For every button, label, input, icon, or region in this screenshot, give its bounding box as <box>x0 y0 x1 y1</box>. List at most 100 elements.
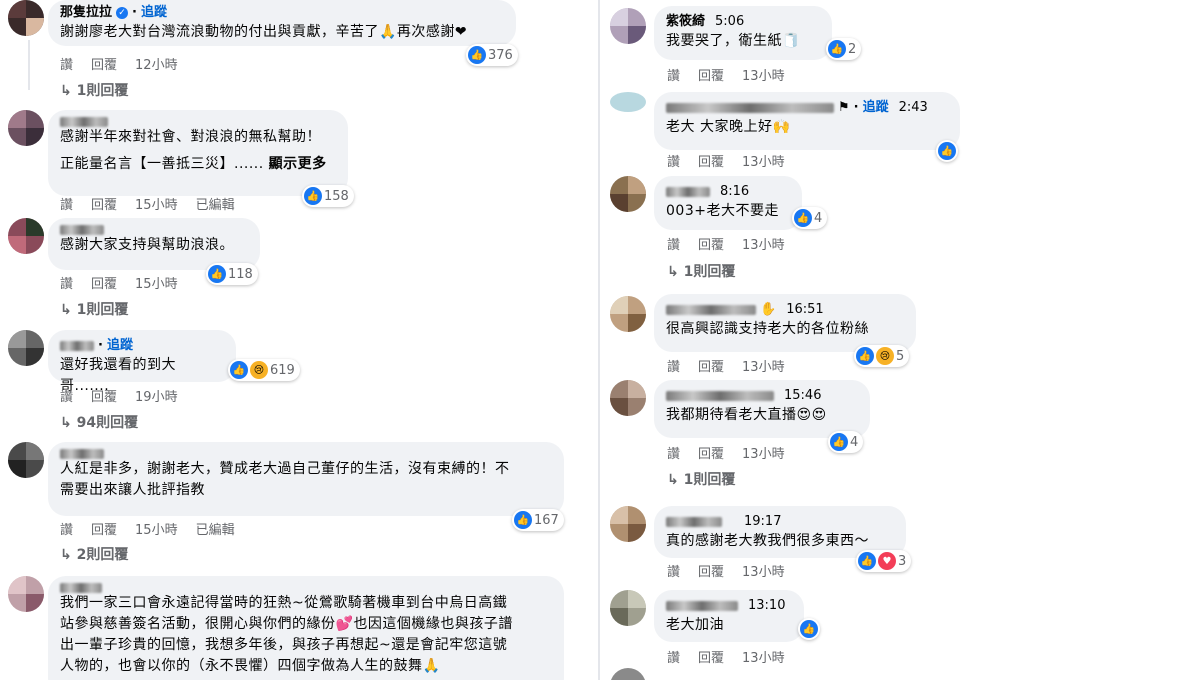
timestamp[interactable]: 13小時 <box>742 155 785 170</box>
avatar[interactable] <box>610 506 646 542</box>
avatar[interactable] <box>610 590 646 626</box>
reaction-count[interactable]: 👍 2 <box>826 38 862 60</box>
blurred-name <box>666 601 738 611</box>
like-button[interactable]: 讚 <box>667 238 680 253</box>
view-replies-link[interactable]: ↳ 1則回覆 <box>60 80 128 100</box>
follow-button[interactable]: 追蹤 <box>863 99 889 117</box>
view-replies-link[interactable]: ↳ 2則回覆 <box>60 544 128 564</box>
comment-text: 謝謝廖老大對台灣流浪動物的付出與貢獻，辛苦了🙏再次感謝❤ <box>60 24 468 40</box>
avatar[interactable] <box>610 380 646 416</box>
timestamp[interactable]: 15小時 <box>135 198 178 213</box>
comment-bubble: 15:46 我都期待看老大直播😍😍 <box>654 380 870 438</box>
comment-bubble: 那隻拉拉 ✓ · 追蹤 謝謝廖老大對台灣流浪動物的付出與貢獻，辛苦了🙏再次感謝❤ <box>48 0 516 46</box>
timestamp[interactable]: 13小時 <box>742 238 785 253</box>
reaction-count[interactable]: 👍 158 <box>302 185 354 207</box>
reply-button[interactable]: 回覆 <box>698 651 724 666</box>
reply-button[interactable]: 回覆 <box>698 565 724 580</box>
reply-button[interactable]: 回覆 <box>698 155 724 170</box>
comment-text: 正能量名言【一善抵三災】...... <box>60 156 264 172</box>
avatar[interactable] <box>8 576 44 612</box>
comment-actions: 讚 回覆 13小時 <box>667 234 803 253</box>
view-replies-link[interactable]: ↳ 1則回覆 <box>667 469 735 489</box>
like-reaction-icon: 👍 <box>830 433 848 451</box>
like-reaction-icon: 👍 <box>794 209 812 227</box>
avatar[interactable] <box>8 0 44 36</box>
like-reaction-icon: 👍 <box>800 620 818 638</box>
like-reaction-icon: 👍 <box>468 46 486 64</box>
comment-text: 老大 大家晚上好🙌 <box>666 119 791 135</box>
like-button[interactable]: 讚 <box>667 69 680 84</box>
reply-button[interactable]: 回覆 <box>91 523 117 538</box>
avatar[interactable] <box>610 668 646 680</box>
avatar[interactable] <box>610 8 646 44</box>
like-button[interactable]: 讚 <box>60 390 73 405</box>
like-button[interactable]: 讚 <box>667 565 680 580</box>
view-replies-link[interactable]: ↳ 94則回覆 <box>60 412 138 432</box>
commenter-name[interactable]: 紫筱綺 <box>666 13 705 31</box>
like-button[interactable]: 讚 <box>60 198 73 213</box>
avatar[interactable] <box>610 92 646 112</box>
like-button[interactable]: 讚 <box>60 58 73 73</box>
avatar[interactable] <box>8 218 44 254</box>
reply-button[interactable]: 回覆 <box>91 198 117 213</box>
comment-actions: 讚 回覆 12小時 <box>60 54 196 73</box>
like-button[interactable]: 讚 <box>60 523 73 538</box>
reply-button[interactable]: 回覆 <box>91 58 117 73</box>
reply-button[interactable]: 回覆 <box>698 447 724 462</box>
timestamp[interactable]: 13小時 <box>742 360 785 375</box>
flag-icon: ⚑ <box>838 100 850 115</box>
timestamp[interactable]: 13小時 <box>742 447 785 462</box>
reaction-count[interactable]: 👍 😢 619 <box>228 359 300 381</box>
reaction-count[interactable]: 👍 4 <box>792 207 828 229</box>
like-button[interactable]: 讚 <box>667 651 680 666</box>
reply-button[interactable]: 回覆 <box>698 238 724 253</box>
blurred-name <box>666 517 722 527</box>
like-reaction-icon: 👍 <box>230 361 248 379</box>
blurred-name <box>60 449 104 459</box>
reaction-count[interactable]: 👍 ♥ 3 <box>856 550 912 572</box>
like-reaction-icon: 👍 <box>938 142 956 160</box>
comment-bubble: 感謝半年來對社會、對浪浪的無私幫助！ 正能量名言【一善抵三災】...... 顯示… <box>48 110 348 196</box>
avatar[interactable] <box>8 330 44 366</box>
timestamp[interactable]: 13小時 <box>742 651 785 666</box>
comment-text: 站參與慈善簽名活動，很開心與你們的緣份💕也因這個機緣也與孩子譜 <box>60 616 513 632</box>
comment-actions: 讚 回覆 13小時 <box>667 647 803 666</box>
follow-button[interactable]: 追蹤 <box>141 4 167 22</box>
reaction-count[interactable]: 👍 376 <box>466 44 518 66</box>
avatar[interactable] <box>610 296 646 332</box>
blurred-name <box>666 305 756 315</box>
timestamp[interactable]: 13小時 <box>742 69 785 84</box>
like-button[interactable]: 讚 <box>60 277 73 292</box>
like-button[interactable]: 讚 <box>667 447 680 462</box>
timestamp[interactable]: 13小時 <box>742 565 785 580</box>
reply-button[interactable]: 回覆 <box>698 360 724 375</box>
commenter-name[interactable]: 那隻拉拉 <box>60 4 112 22</box>
reaction-count[interactable]: 👍 <box>936 140 958 162</box>
timestamp[interactable]: 12小時 <box>135 58 178 73</box>
reaction-count[interactable]: 👍 4 <box>828 431 864 453</box>
like-button[interactable]: 讚 <box>667 155 680 170</box>
reaction-count[interactable]: 👍 <box>798 618 820 640</box>
blurred-name <box>60 583 102 593</box>
view-replies-link[interactable]: ↳ 1則回覆 <box>60 299 128 319</box>
timestamp[interactable]: 15小時 <box>135 523 178 538</box>
avatar[interactable] <box>610 176 646 212</box>
see-more-link[interactable]: 顯示更多 <box>269 156 327 172</box>
comment-actions: 讚 回覆 13小時 <box>667 356 803 375</box>
follow-button[interactable]: 追蹤 <box>107 337 133 355</box>
timestamp[interactable]: 19小時 <box>135 390 178 405</box>
reaction-count[interactable]: 👍 😢 5 <box>854 345 910 367</box>
reply-button[interactable]: 回覆 <box>698 69 724 84</box>
blurred-name <box>666 187 710 197</box>
reaction-count[interactable]: 👍 167 <box>512 509 564 531</box>
avatar[interactable] <box>8 442 44 478</box>
comment-text: 老大加油 <box>666 617 724 633</box>
view-replies-link[interactable]: ↳ 1則回覆 <box>667 261 735 281</box>
timestamp: 16:51 <box>786 302 824 317</box>
reaction-count[interactable]: 👍 118 <box>206 263 258 285</box>
like-button[interactable]: 讚 <box>667 360 680 375</box>
timestamp[interactable]: 15小時 <box>135 277 178 292</box>
avatar[interactable] <box>8 110 44 146</box>
reply-button[interactable]: 回覆 <box>91 277 117 292</box>
reply-button[interactable]: 回覆 <box>91 390 117 405</box>
